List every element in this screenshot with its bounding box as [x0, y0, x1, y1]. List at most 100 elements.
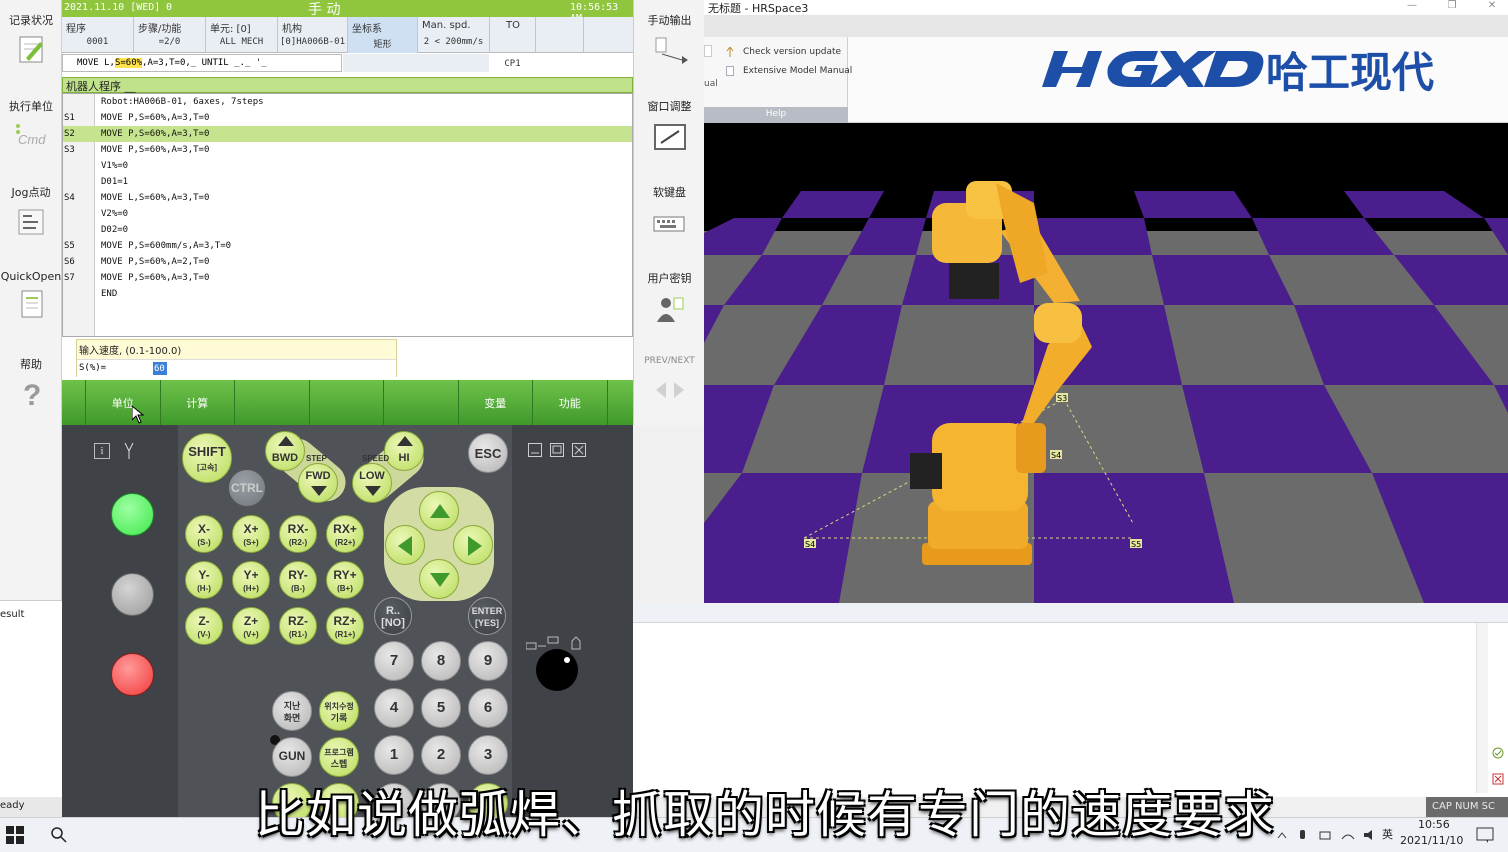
digit-key[interactable]: 4 — [374, 688, 414, 728]
r-no-key[interactable]: R.. [NO] — [374, 597, 412, 635]
program-line[interactable]: END — [63, 286, 632, 302]
speed-cell[interactable]: Man. spd. 2 < 200mm/s — [418, 17, 490, 53]
minimize-icon[interactable] — [528, 443, 542, 457]
result-body[interactable] — [633, 623, 1508, 797]
axis-key[interactable]: Z+ (V+) — [232, 607, 270, 645]
softkey-8[interactable]: 功能 — [533, 380, 608, 425]
program-line[interactable]: D01=1 — [63, 174, 632, 190]
input-language[interactable]: 英 — [1382, 826, 1393, 842]
axis-key[interactable]: X- (S-) — [185, 515, 223, 553]
error-icon[interactable] — [1492, 773, 1504, 785]
dpad-down-key[interactable] — [419, 559, 459, 599]
search-icon[interactable] — [50, 826, 68, 844]
sidebar-item-record-status[interactable]: 记录状况 — [0, 6, 62, 64]
tool-manual-output[interactable]: 手动输出 — [634, 0, 705, 66]
axis-key[interactable]: Y+ (H+) — [232, 561, 270, 599]
mode-selector-knob[interactable] — [536, 649, 578, 691]
close-button[interactable]: ✕ — [1482, 0, 1502, 14]
digit-key[interactable]: 3 — [468, 735, 508, 775]
program-line[interactable]: S1 MOVE P,S=60%,A=3,T=0 — [63, 110, 632, 126]
program-line[interactable]: S3 MOVE P,S=60%,A=3,T=0 — [63, 142, 632, 158]
axis-key[interactable]: RY+ (B+) — [326, 561, 364, 599]
program-line[interactable]: S6 MOVE P,S=60%,A=2,T=0 — [63, 254, 632, 270]
digit-key[interactable]: 9 — [468, 641, 508, 681]
softkey-4[interactable] — [235, 380, 310, 425]
tray-icons[interactable] — [1276, 828, 1376, 842]
step-cell[interactable]: 步骤/功能 =2/0 — [134, 17, 206, 53]
shift-key[interactable]: SHIFT [고속] — [182, 433, 232, 483]
program-line[interactable]: S7 MOVE P,S=60%,A=3,T=0 — [63, 270, 632, 286]
program-line[interactable]: Robot:HA006B-01, 6axes, 7steps — [63, 94, 632, 110]
softkey-6[interactable] — [384, 380, 459, 425]
clock-time[interactable]: 10:56 — [1418, 818, 1450, 831]
sidebar-item-exec-unit[interactable]: 执行单位 Cmd — [0, 92, 62, 150]
tool-prev-next[interactable]: PREV/NEXT — [634, 344, 705, 404]
softkey-1[interactable] — [62, 380, 86, 425]
ctrl-key[interactable]: CTRL — [228, 469, 266, 507]
enter-yes-key[interactable]: ENTER [YES] — [468, 597, 506, 635]
softkey-2[interactable]: 单位 — [86, 380, 161, 425]
restore-icon[interactable] — [550, 443, 564, 457]
dpad-up-key[interactable] — [419, 491, 459, 531]
unit-cell[interactable]: 单元: [0] ALL MECH — [206, 17, 278, 53]
info-icon[interactable]: i — [94, 443, 110, 459]
axis-key[interactable]: RX- (R2-) — [279, 515, 317, 553]
sidebar-item-help[interactable]: 帮助 ? — [0, 350, 62, 408]
program-editor[interactable]: Robot:HA006B-01, 6axes, 7steps S1 MOVE P,S… — [62, 93, 633, 337]
bwd-key[interactable]: BWD — [265, 431, 305, 471]
tool-soft-keyboard[interactable]: 软键盘 — [634, 172, 705, 238]
program-line[interactable]: V1%=0 — [63, 158, 632, 174]
result-scrollbar[interactable] — [1476, 623, 1488, 793]
prev-screen-key[interactable]: 지난 화면 — [272, 691, 312, 731]
gun-key[interactable]: GUN — [272, 737, 312, 777]
digit-key[interactable]: 1 — [374, 735, 414, 775]
windows-start-icon[interactable] — [6, 826, 24, 844]
mech-cell[interactable]: 机构 [0]HA006B-01 — [278, 17, 348, 53]
program-line[interactable]: S2 MOVE P,S=60%,A=3,T=0 — [63, 126, 632, 142]
speed-low-key[interactable]: LOW — [352, 463, 392, 503]
digit-key[interactable]: 6 — [468, 688, 508, 728]
coord-cell[interactable]: 坐标系 矩形 — [348, 17, 418, 53]
3d-viewport[interactable]: S4 S3 S5 S4 — [704, 123, 1508, 603]
program-line[interactable]: S4 MOVE L,S=60%,A=3,T=0 — [63, 190, 632, 206]
dpad-left-key[interactable] — [385, 525, 425, 565]
axis-key[interactable]: RZ- (R1-) — [279, 607, 317, 645]
digit-key[interactable]: 7 — [374, 641, 414, 681]
program-step-key[interactable]: 프로그램 스텝 — [319, 737, 359, 777]
softkey-5[interactable] — [310, 380, 384, 425]
axis-key[interactable]: X+ (S+) — [232, 515, 270, 553]
minimize-button[interactable]: — — [1402, 0, 1422, 14]
clock-date[interactable]: 2021/11/10 — [1400, 834, 1463, 847]
esc-key[interactable]: ESC — [468, 433, 508, 473]
axis-key[interactable]: RY- (B-) — [279, 561, 317, 599]
axis-key[interactable]: RZ+ (R1+) — [326, 607, 364, 645]
softkey-7[interactable]: 变量 — [459, 380, 533, 425]
tool-icon[interactable] — [122, 442, 136, 460]
digit-key[interactable]: 5 — [421, 688, 461, 728]
fwd-key[interactable]: FWD — [298, 463, 338, 503]
dpad-right-key[interactable] — [453, 525, 493, 565]
tool-cell[interactable]: TO CP1 — [490, 17, 536, 69]
notification-icon[interactable] — [1476, 826, 1494, 844]
axis-key[interactable]: Z- (V-) — [185, 607, 223, 645]
sidebar-item-jog[interactable]: Jog点动 — [0, 178, 62, 236]
speed-hi-key[interactable]: HI — [384, 431, 424, 471]
sidebar-item-quickopen[interactable]: QuickOpen — [0, 264, 62, 319]
maximize-button[interactable]: ❐ — [1442, 0, 1462, 14]
program-line[interactable]: V2%=0 — [63, 206, 632, 222]
command-line[interactable]: MOVE L,S=60%,A=3,T=0,_ UNTIL _._ '_ — [62, 54, 342, 72]
tool-window-adjust[interactable]: 窗口调整 — [634, 86, 705, 152]
axis-key[interactable]: Y- (H-) — [185, 561, 223, 599]
program-cell[interactable]: 程序 0001 — [62, 17, 134, 53]
digit-key[interactable]: 2 — [421, 735, 461, 775]
tool-user-key[interactable]: 用户密钥 — [634, 258, 705, 324]
program-line[interactable]: S5 MOVE P,S=600mm/s,A=3,T=0 — [63, 238, 632, 254]
close-icon[interactable] — [572, 443, 586, 457]
position-record-key[interactable]: 위치수정 기록 — [319, 691, 359, 731]
softkey-3[interactable]: 计算 — [161, 380, 235, 425]
digit-key[interactable]: 8 — [421, 641, 461, 681]
speed-input[interactable] — [153, 362, 167, 375]
axis-key[interactable]: RX+ (R2+) — [326, 515, 364, 553]
ok-icon[interactable] — [1492, 747, 1504, 759]
program-line[interactable]: D02=0 — [63, 222, 632, 238]
